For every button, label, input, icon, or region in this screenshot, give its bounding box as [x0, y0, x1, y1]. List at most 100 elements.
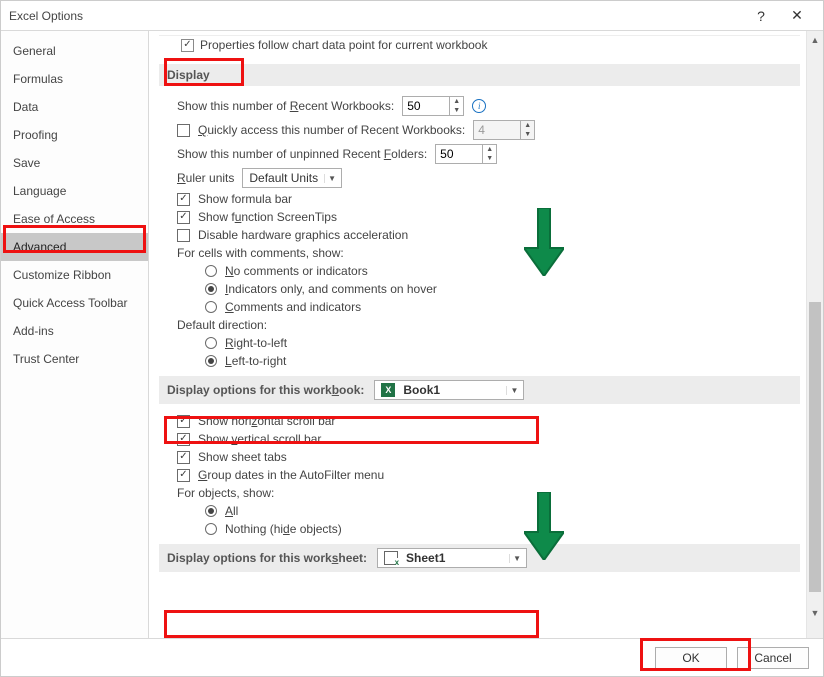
dialog-body: General Formulas Data Proofing Save Lang…	[1, 31, 823, 638]
spinner-recent-workbooks[interactable]: ▲▼	[402, 96, 464, 116]
section-display-label: Display	[167, 68, 210, 82]
section-workbook: Display options for this workbook: X Boo…	[159, 376, 800, 404]
nav-customize-ribbon[interactable]: Customize Ribbon	[1, 261, 148, 289]
chevron-down-icon: ▼	[324, 174, 339, 183]
row-objects-label: For objects, show:	[177, 486, 800, 500]
checkbox-hscroll[interactable]	[177, 415, 190, 428]
scroll-down-arrow-icon[interactable]: ▼	[807, 604, 823, 621]
row-quick-access: Quickly access this number of Recent Wor…	[177, 120, 800, 140]
row-direction-label: Default direction:	[177, 318, 800, 332]
checkbox-sheet-tabs[interactable]	[177, 451, 190, 464]
section-worksheet-label: Display options for this worksheet:	[167, 551, 367, 565]
label-recent-folders: Show this number of unpinned Recent Fold…	[177, 147, 427, 161]
scroll-track[interactable]	[807, 48, 823, 604]
row-group-dates: Group dates in the AutoFilter menu	[177, 468, 800, 482]
label-direction: Default direction:	[177, 318, 267, 332]
nav-quick-access-toolbar[interactable]: Quick Access Toolbar	[1, 289, 148, 317]
nav-advanced[interactable]: Advanced	[1, 233, 148, 261]
label-objects: For objects, show:	[177, 486, 274, 500]
row-comments-ind: Indicators only, and comments on hover	[205, 282, 800, 296]
close-button[interactable]: ✕	[779, 2, 815, 30]
nav-save[interactable]: Save	[1, 149, 148, 177]
label-sheet-tabs: Show sheet tabs	[198, 450, 287, 464]
radio-comments-both[interactable]	[205, 301, 217, 313]
label-screentips: Show function ScreenTips	[198, 210, 337, 224]
spinner-quick-access: ▲▼	[473, 120, 535, 140]
nav-language[interactable]: Language	[1, 177, 148, 205]
window-title: Excel Options	[9, 9, 743, 23]
row-recent-folders: Show this number of unpinned Recent Fold…	[177, 144, 800, 164]
nav-proofing[interactable]: Proofing	[1, 121, 148, 149]
info-icon[interactable]: i	[472, 99, 486, 113]
dropdown-ruler-units[interactable]: Default Units ▼	[242, 168, 342, 188]
cutoff-row: Properties follow chart data point for c…	[159, 35, 800, 56]
scroll-thumb[interactable]	[809, 302, 821, 592]
radio-ltr[interactable]	[205, 355, 217, 367]
row-dir-ltr: Left-to-right	[205, 354, 800, 368]
row-formula-bar: Show formula bar	[177, 192, 800, 206]
label-formula-bar: Show formula bar	[198, 192, 292, 206]
checkbox-group-dates[interactable]	[177, 469, 190, 482]
nav-ease-of-access[interactable]: Ease of Access	[1, 205, 148, 233]
label-ruler: Ruler units	[177, 171, 234, 185]
checkbox-quick-access[interactable]	[177, 124, 190, 137]
section-workbook-label: Display options for this workbook:	[167, 383, 364, 397]
cutoff-label: Properties follow chart data point for c…	[200, 38, 487, 52]
row-sheet-tabs: Show sheet tabs	[177, 450, 800, 464]
dropdown-worksheet[interactable]: Sheet1 ▼	[377, 548, 527, 568]
dialog-footer: OK Cancel	[1, 638, 823, 676]
row-dir-rtl: Right-to-left	[205, 336, 800, 350]
help-button[interactable]: ?	[743, 2, 779, 30]
radio-obj-all[interactable]	[205, 505, 217, 517]
input-quick-access	[474, 121, 520, 139]
chevron-down-icon: ▼	[506, 386, 521, 395]
category-nav: General Formulas Data Proofing Save Lang…	[1, 31, 149, 638]
row-ruler-units: Ruler units Default Units ▼	[177, 168, 800, 188]
radio-obj-hide[interactable]	[205, 523, 217, 535]
titlebar: Excel Options ? ✕	[1, 1, 823, 31]
ok-button[interactable]: OK	[655, 647, 727, 669]
label-quick-access: Quickly access this number of Recent Wor…	[198, 123, 465, 137]
dropdown-workbook-value: Book1	[403, 383, 440, 397]
chevron-down-icon: ▼	[509, 554, 524, 563]
nav-trust-center[interactable]: Trust Center	[1, 345, 148, 373]
radio-comments-none[interactable]	[205, 265, 217, 277]
checkbox-formula-bar[interactable]	[177, 193, 190, 206]
advanced-content: Properties follow chart data point for c…	[149, 31, 806, 638]
excel-options-dialog: Excel Options ? ✕ General Formulas Data …	[0, 0, 824, 677]
checkbox-chart-properties[interactable]	[181, 39, 194, 52]
label-disable-hw: Disable hardware graphics acceleration	[198, 228, 408, 242]
input-recent-folders[interactable]	[436, 145, 482, 163]
cancel-button[interactable]: Cancel	[737, 647, 809, 669]
row-hscroll: Show horizontal scroll bar	[177, 414, 800, 428]
vertical-scrollbar[interactable]: ▲ ▼	[806, 31, 823, 638]
nav-addins[interactable]: Add-ins	[1, 317, 148, 345]
label-comments: For cells with comments, show:	[177, 246, 344, 260]
excel-icon: X	[381, 383, 395, 397]
content-wrap: Properties follow chart data point for c…	[149, 31, 823, 638]
row-screentips: Show function ScreenTips	[177, 210, 800, 224]
checkbox-disable-hw[interactable]	[177, 229, 190, 242]
input-recent-workbooks[interactable]	[403, 97, 449, 115]
nav-general[interactable]: General	[1, 37, 148, 65]
checkbox-screentips[interactable]	[177, 211, 190, 224]
section-worksheet: Display options for this worksheet: Shee…	[159, 544, 800, 572]
checkbox-vscroll[interactable]	[177, 433, 190, 446]
row-comments-label: For cells with comments, show:	[177, 246, 800, 260]
dropdown-worksheet-value: Sheet1	[406, 551, 445, 565]
dropdown-workbook[interactable]: X Book1 ▼	[374, 380, 524, 400]
scroll-up-arrow-icon[interactable]: ▲	[807, 31, 823, 48]
row-comments-none: No comments or indicators	[205, 264, 800, 278]
nav-data[interactable]: Data	[1, 93, 148, 121]
row-obj-all: All	[205, 504, 800, 518]
radio-rtl[interactable]	[205, 337, 217, 349]
row-recent-workbooks: Show this number of Recent Workbooks: ▲▼…	[177, 96, 800, 116]
spinner-recent-folders[interactable]: ▲▼	[435, 144, 497, 164]
row-comments-both: Comments and indicators	[205, 300, 800, 314]
nav-formulas[interactable]: Formulas	[1, 65, 148, 93]
row-obj-hide: Nothing (hide objects)	[205, 522, 800, 536]
label-recent-workbooks: Show this number of Recent Workbooks:	[177, 99, 394, 113]
sheet-icon	[384, 551, 398, 565]
dropdown-ruler-value: Default Units	[249, 171, 318, 185]
radio-comments-indicators[interactable]	[205, 283, 217, 295]
